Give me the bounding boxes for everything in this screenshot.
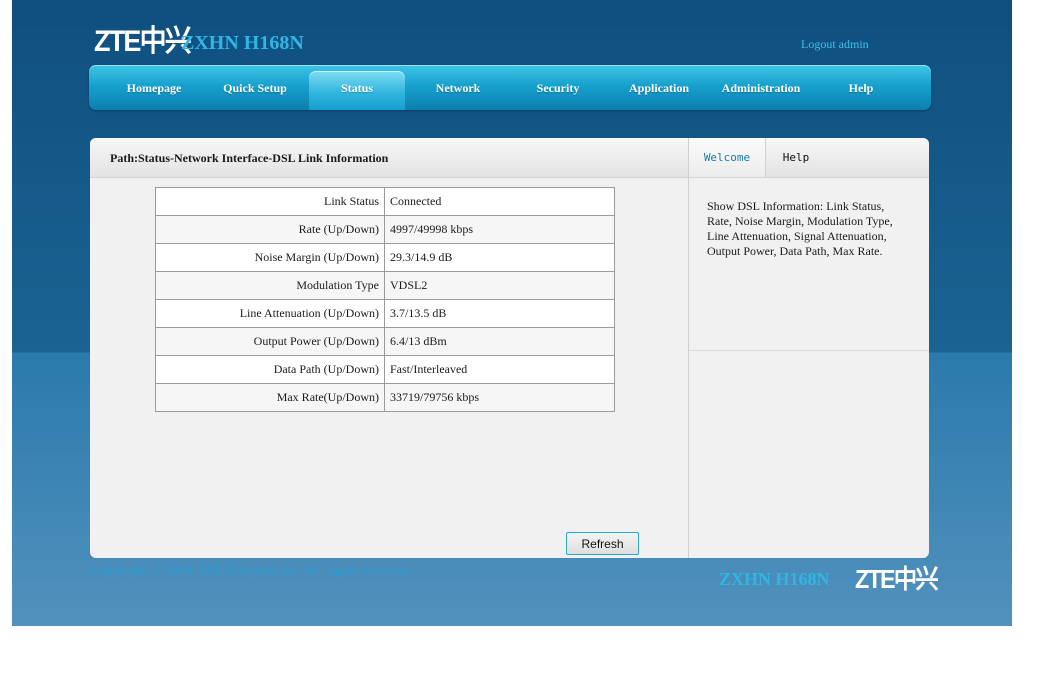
table-row: Max Rate(Up/Down) 33719/79756 kbps xyxy=(155,383,615,412)
row-value: Fast/Interleaved xyxy=(384,355,615,384)
row-value: 3.7/13.5 dB xyxy=(384,299,615,328)
row-label: Modulation Type xyxy=(155,271,385,300)
tab-welcome[interactable]: Welcome xyxy=(689,138,766,177)
page-frame: ZTE中兴 ZXHN H168N Logout admin Homepage Q… xyxy=(12,0,1012,626)
table-row: Modulation Type VDSL2 xyxy=(155,271,615,300)
row-value: 4997/49998 kbps xyxy=(384,215,615,244)
nav-network[interactable]: Network xyxy=(416,65,500,110)
table-row: Noise Margin (Up/Down) 29.3/14.9 dB xyxy=(155,243,615,272)
sidebar-divider xyxy=(689,350,929,351)
nav-homepage[interactable]: Homepage xyxy=(112,65,196,110)
nav-administration[interactable]: Administration xyxy=(713,65,809,110)
row-label: Line Attenuation (Up/Down) xyxy=(155,299,385,328)
refresh-button[interactable]: Refresh xyxy=(566,532,639,555)
row-value: VDSL2 xyxy=(384,271,615,300)
footer-model-name: ZXHN H168N xyxy=(719,569,830,589)
table-row: Data Path (Up/Down) Fast/Interleaved xyxy=(155,355,615,384)
model-name: ZXHN H168N xyxy=(181,32,304,54)
nav-help[interactable]: Help xyxy=(832,65,890,110)
nav-security[interactable]: Security xyxy=(516,65,600,110)
table-row: Line Attenuation (Up/Down) 3.7/13.5 dB xyxy=(155,299,615,328)
row-value: 6.4/13 dBm xyxy=(384,327,615,356)
row-label: Noise Margin (Up/Down) xyxy=(155,243,385,272)
copyright-text: Copyright © 2011 ZTE Corporation. All ri… xyxy=(91,563,416,577)
table-row: Link Status Connected xyxy=(155,187,615,216)
row-label: Rate (Up/Down) xyxy=(155,215,385,244)
nav-quick-setup[interactable]: Quick Setup xyxy=(213,65,297,110)
row-label: Data Path (Up/Down) xyxy=(155,355,385,384)
footer-zte-logo: ZTE中兴 xyxy=(855,564,939,594)
content-panel: Path:Status-Network Interface-DSL Link I… xyxy=(90,138,929,558)
tab-help[interactable]: Help xyxy=(766,138,826,177)
nav-application[interactable]: Application xyxy=(617,65,701,110)
sidebar-tabs: Welcome Help xyxy=(689,138,929,178)
nav-status[interactable]: Status xyxy=(309,71,405,110)
row-value: 29.3/14.9 dB xyxy=(384,243,615,272)
panel-divider xyxy=(688,138,689,558)
row-value: 33719/79756 kbps xyxy=(384,383,615,412)
row-label: Link Status xyxy=(155,187,385,216)
row-label: Output Power (Up/Down) xyxy=(155,327,385,356)
breadcrumb: Path:Status-Network Interface-DSL Link I… xyxy=(110,151,389,165)
table-row: Output Power (Up/Down) 6.4/13 dBm xyxy=(155,327,615,356)
main-nav: Homepage Quick Setup Status Network Secu… xyxy=(89,65,931,110)
logout-link[interactable]: Logout admin xyxy=(801,36,869,52)
help-description: Show DSL Information: Link Status, Rate,… xyxy=(707,199,893,258)
row-value: Connected xyxy=(384,187,615,216)
row-label: Max Rate(Up/Down) xyxy=(155,383,385,412)
table-row: Rate (Up/Down) 4997/49998 kbps xyxy=(155,215,615,244)
dsl-info-table: Link Status Connected Rate (Up/Down) 499… xyxy=(155,187,615,412)
zte-logo: ZTE中兴 xyxy=(94,25,192,58)
path-bar: Path:Status-Network Interface-DSL Link I… xyxy=(90,138,688,178)
